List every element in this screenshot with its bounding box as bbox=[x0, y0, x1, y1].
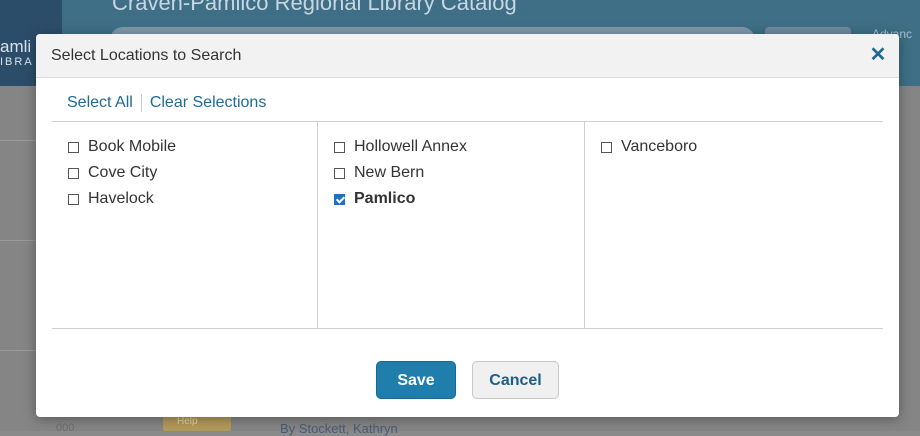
dialog-title: Select Locations to Search bbox=[51, 47, 242, 64]
result-snippet: 000 bbox=[56, 422, 75, 434]
checkbox[interactable] bbox=[68, 167, 79, 179]
location-option-new-bern[interactable]: New Bern bbox=[334, 162, 424, 184]
location-option-book-mobile[interactable]: Book Mobile bbox=[68, 136, 176, 158]
checkbox[interactable] bbox=[334, 167, 345, 179]
close-icon[interactable]: ✕ bbox=[868, 44, 888, 66]
checkbox[interactable] bbox=[601, 141, 612, 153]
location-label: Havelock bbox=[88, 190, 154, 207]
location-label: Vanceboro bbox=[621, 138, 698, 155]
location-option-hollowell-annex[interactable]: Hollowell Annex bbox=[334, 136, 467, 158]
checkbox[interactable] bbox=[68, 193, 79, 205]
location-label: New Bern bbox=[354, 164, 425, 181]
toolbar-divider bbox=[140, 94, 142, 112]
divider bbox=[0, 240, 40, 241]
location-option-vanceboro[interactable]: Vanceboro bbox=[601, 136, 697, 158]
checkbox-checked[interactable] bbox=[334, 193, 345, 205]
divider bbox=[0, 350, 40, 351]
select-locations-dialog: Select Locations to Search ✕ Select All C… bbox=[36, 34, 899, 417]
location-label: Book Mobile bbox=[88, 138, 177, 155]
clear-selections-link[interactable]: Clear Selections bbox=[150, 94, 267, 111]
location-label: Pamlico bbox=[354, 190, 416, 207]
save-button[interactable]: Save bbox=[376, 361, 456, 399]
logo-text: amli bbox=[0, 37, 32, 56]
location-column-2: Hollowell Annex New Bern Pamlico bbox=[317, 122, 585, 328]
checkbox[interactable] bbox=[68, 141, 79, 153]
book-cover: Help bbox=[163, 416, 231, 431]
select-all-link[interactable]: Select All bbox=[67, 94, 133, 111]
location-option-cove-city[interactable]: Cove City bbox=[68, 162, 157, 184]
logo-subtext: IBRA bbox=[0, 56, 34, 68]
dialog-header: Select Locations to Search ✕ bbox=[36, 34, 899, 78]
location-label: Hollowell Annex bbox=[354, 138, 467, 155]
divider bbox=[0, 140, 40, 141]
catalog-title: Craven-Pamlico Regional Library Catalog bbox=[112, 0, 517, 15]
checkbox[interactable] bbox=[334, 141, 345, 153]
result-byline: By Stockett, Kathryn bbox=[280, 421, 398, 436]
cancel-button[interactable]: Cancel bbox=[472, 361, 559, 399]
location-label: Cove City bbox=[88, 164, 158, 181]
location-column-3: Vanceboro bbox=[584, 122, 883, 328]
location-option-havelock[interactable]: Havelock bbox=[68, 188, 154, 210]
location-option-pamlico[interactable]: Pamlico bbox=[334, 188, 415, 210]
location-grid: Book Mobile Cove City Havelock Hollowell… bbox=[52, 121, 883, 329]
location-column-1: Book Mobile Cove City Havelock bbox=[52, 122, 317, 328]
selection-toolbar: Select All Clear Selections bbox=[67, 94, 266, 114]
